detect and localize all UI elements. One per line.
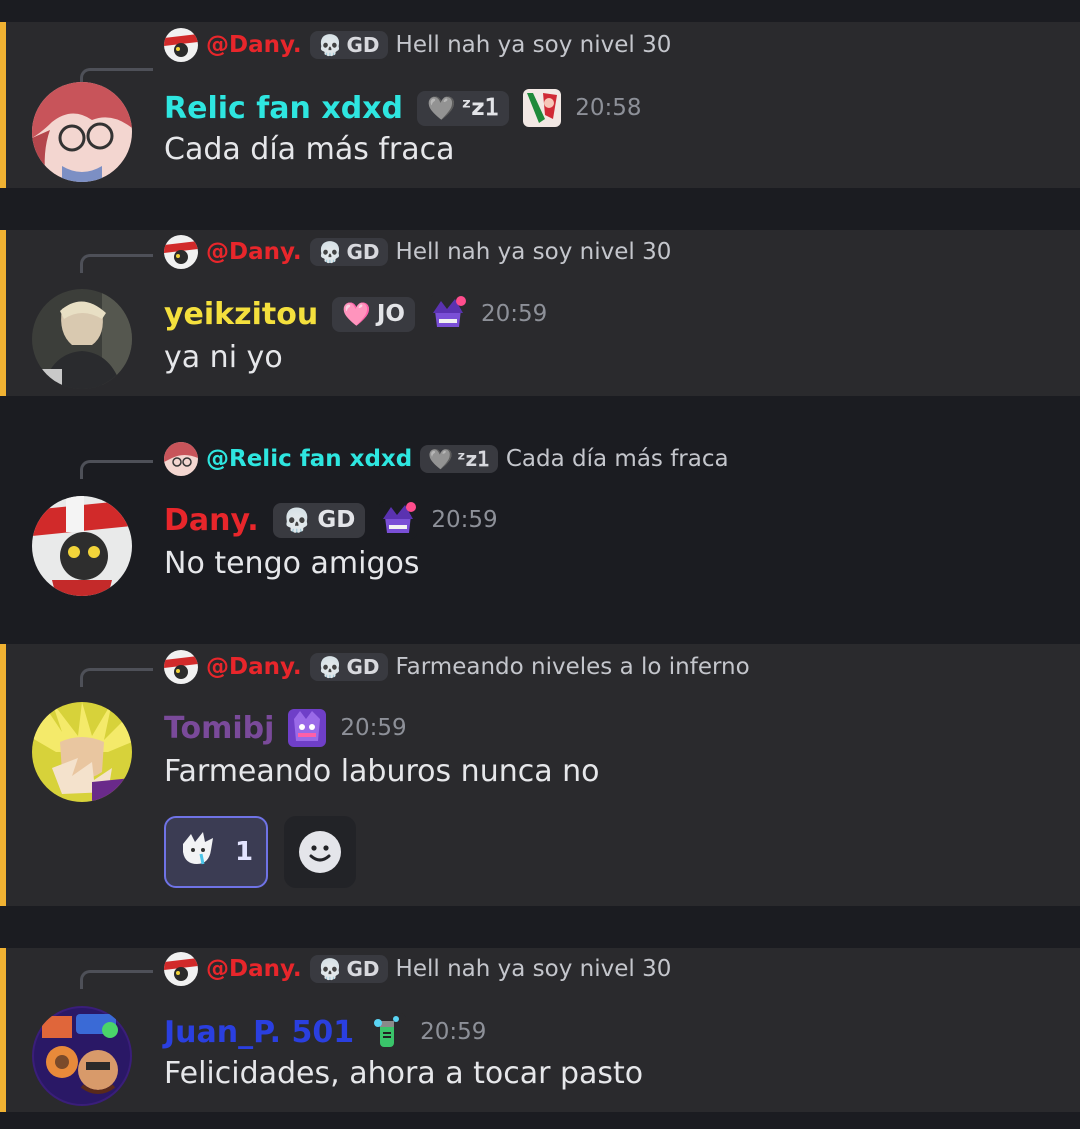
reply-avatar[interactable] [164, 235, 198, 269]
role-icon[interactable] [428, 295, 467, 333]
reaction-button[interactable]: 1 [164, 816, 268, 888]
message-text: No tengo amigos [164, 546, 420, 581]
reply-mention[interactable]: @Dany. [206, 956, 302, 982]
role-icon[interactable] [288, 709, 327, 747]
timestamp[interactable]: 20:59 [481, 301, 547, 327]
skull-icon: 💀 [317, 655, 343, 679]
skull-icon: 💀 [317, 33, 343, 57]
avatar[interactable] [32, 82, 132, 182]
reply-avatar[interactable] [164, 650, 198, 684]
mention-highlight-bar [0, 948, 6, 1112]
avatar[interactable] [32, 1006, 132, 1106]
reply-guild-tag: 💀 GD [309, 955, 388, 983]
message[interactable]: @Dany. 💀 GD Hell nah ya soy nivel 30 yeik… [0, 230, 1080, 396]
message[interactable]: @Dany. 💀 GD Hell nah ya soy nivel 30 Reli… [0, 22, 1080, 188]
reply-avatar[interactable] [164, 952, 198, 986]
timestamp[interactable]: 20:59 [420, 1019, 486, 1045]
reply-spine [80, 460, 153, 479]
username[interactable]: Tomibj [164, 711, 274, 746]
reply-mention[interactable]: @Dany. [206, 654, 302, 680]
crying-face-icon [179, 830, 217, 875]
reply-avatar[interactable] [164, 28, 198, 62]
username[interactable]: Dany. [164, 503, 259, 538]
timestamp[interactable]: 20:59 [431, 507, 497, 533]
reply-text[interactable]: Hell nah ya soy nivel 30 [396, 32, 672, 58]
skull-icon: 💀 [282, 507, 312, 534]
pink-heart-icon: 🩷 [342, 301, 371, 328]
guild-tag[interactable]: 💀 GD [272, 502, 366, 538]
heart-icon: 🩶 [428, 447, 454, 471]
reply-preview[interactable]: @Dany. 💀 GD Hell nah ya soy nivel 30 [164, 235, 671, 269]
message[interactable]: @Dany. 💀 GD Hell nah ya soy nivel 30 Juan… [0, 948, 1080, 1112]
message-header: Tomibj 20:59 [164, 704, 407, 752]
reply-text[interactable]: Farmeando niveles a lo inferno [396, 654, 750, 680]
reply-preview[interactable]: @Dany. 💀 GD Farmeando niveles a lo infern… [164, 650, 750, 684]
smile-icon [299, 831, 341, 873]
reply-mention[interactable]: @Relic fan xdxd [206, 446, 412, 472]
message[interactable]: @Dany. 💀 GD Farmeando niveles a lo infern… [0, 644, 1080, 906]
skull-icon: 💀 [317, 240, 343, 264]
message-text: Farmeando laburos nunca no [164, 754, 600, 789]
role-icon[interactable] [379, 501, 418, 539]
username[interactable]: Relic fan xdxd [164, 91, 403, 126]
message[interactable]: @Relic fan xdxd 🩶 ᶻz𝟣 Cada día más fraca … [0, 396, 1080, 644]
avatar[interactable] [32, 496, 132, 596]
timestamp[interactable]: 20:59 [340, 715, 406, 741]
reply-spine [80, 254, 153, 273]
avatar[interactable] [32, 289, 132, 389]
avatar[interactable] [32, 702, 132, 802]
username[interactable]: Juan_P. 501 [164, 1015, 354, 1050]
reply-preview[interactable]: @Dany. 💀 GD Hell nah ya soy nivel 30 [164, 952, 671, 986]
reply-spine [80, 668, 153, 687]
reply-text[interactable]: Hell nah ya soy nivel 30 [396, 956, 672, 982]
guild-tag[interactable]: 🩶 ᶻz𝟣 [417, 90, 510, 126]
reply-preview[interactable]: @Dany. 💀 GD Hell nah ya soy nivel 30 [164, 28, 671, 62]
role-icon[interactable] [523, 89, 562, 127]
reply-guild-tag: 💀 GD [309, 31, 388, 59]
add-reaction-button[interactable] [284, 816, 356, 888]
reply-text[interactable]: Cada día más fraca [506, 446, 729, 472]
message-text: ya ni yo [164, 340, 283, 375]
message-header: Relic fan xdxd 🩶 ᶻz𝟣 20:58 [164, 84, 642, 132]
message-header: yeikzitou 🩷 JO 20:59 [164, 290, 547, 338]
reply-mention[interactable]: @Dany. [206, 239, 302, 265]
reply-spine [80, 970, 153, 989]
mention-highlight-bar [0, 644, 6, 906]
timestamp[interactable]: 20:58 [575, 95, 641, 121]
role-icon[interactable] [368, 1013, 407, 1051]
mention-highlight-bar [0, 230, 6, 396]
reply-guild-tag: 🩶 ᶻz𝟣 [420, 445, 498, 473]
reply-guild-tag: 💀 GD [309, 238, 388, 266]
mention-highlight-bar [0, 22, 6, 188]
message-text: Cada día más fraca [164, 132, 455, 167]
skull-icon: 💀 [317, 957, 343, 981]
reply-text[interactable]: Hell nah ya soy nivel 30 [396, 239, 672, 265]
username[interactable]: yeikzitou [164, 297, 318, 332]
message-header: Dany. 💀 GD 20:59 [164, 496, 498, 544]
guild-tag[interactable]: 🩷 JO [332, 296, 415, 332]
reply-guild-tag: 💀 GD [309, 653, 388, 681]
message-header: Juan_P. 501 20:59 [164, 1008, 486, 1056]
reply-avatar[interactable] [164, 442, 198, 476]
message-text: Felicidades, ahora a tocar pasto [164, 1056, 644, 1091]
reaction-count: 1 [234, 837, 254, 867]
reply-mention[interactable]: @Dany. [206, 32, 302, 58]
heart-icon: 🩶 [427, 95, 456, 122]
reply-preview[interactable]: @Relic fan xdxd 🩶 ᶻz𝟣 Cada día más fraca [164, 442, 729, 476]
